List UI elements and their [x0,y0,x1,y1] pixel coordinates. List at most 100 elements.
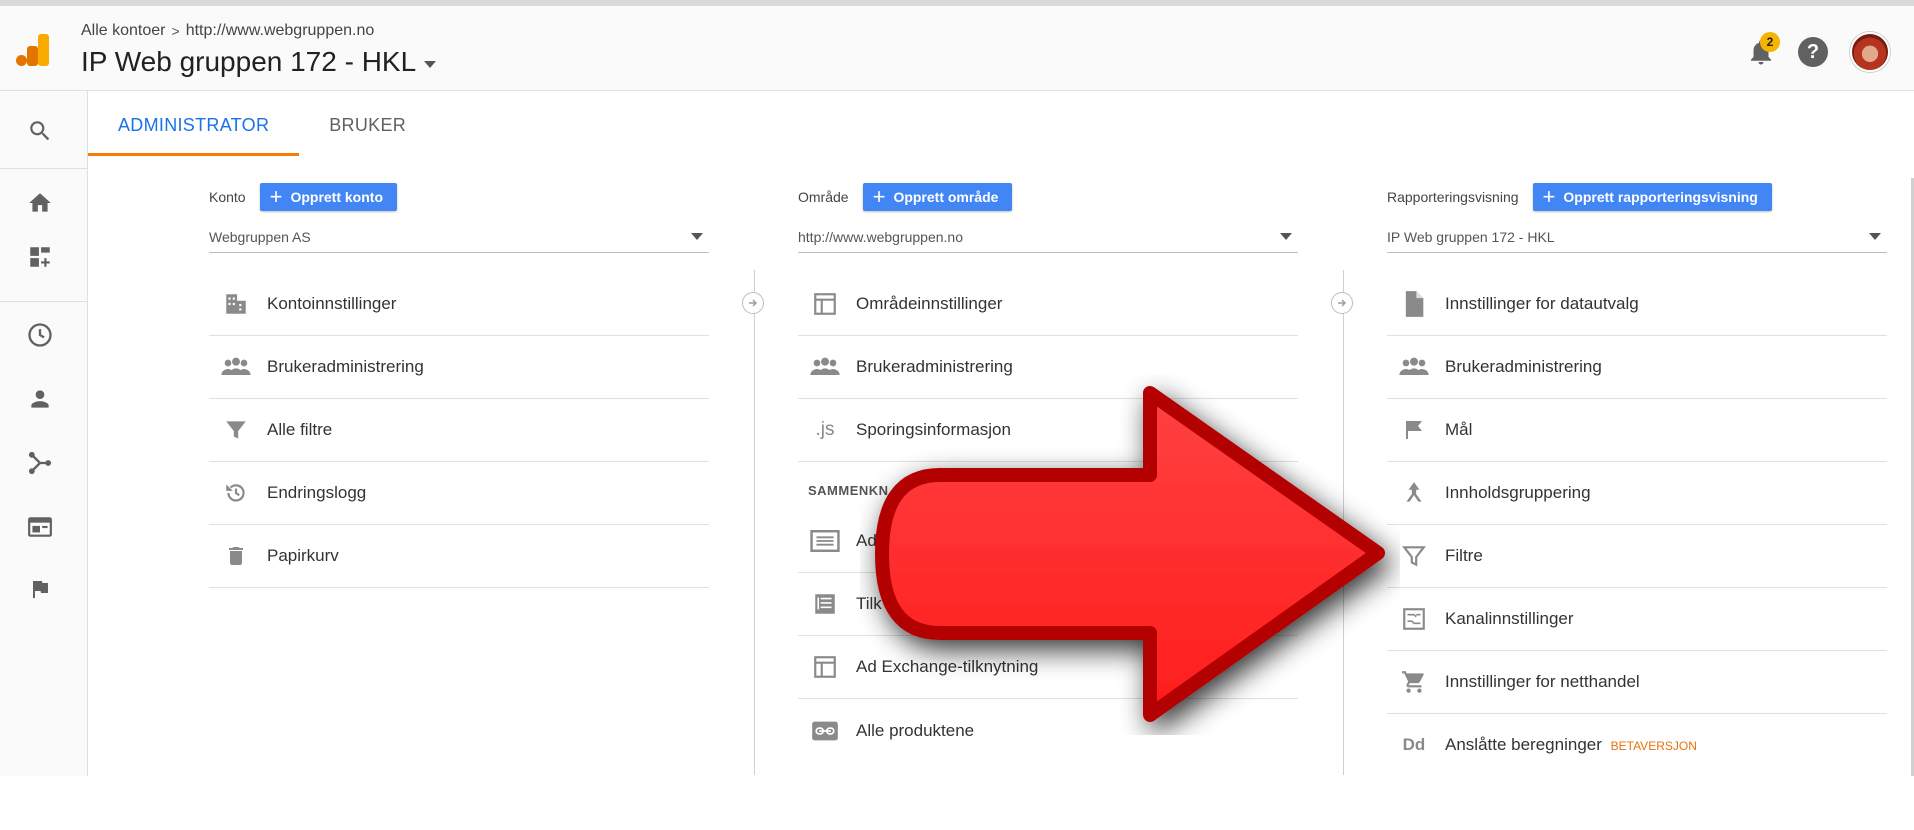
menu-item-label: Filtre [1445,546,1483,565]
menu-item-mal[interactable]: Mål [1387,399,1887,462]
document-icon [1397,289,1431,319]
people-icon [219,352,253,382]
avatar[interactable] [1850,32,1890,72]
plus-icon: + [872,184,886,209]
dashboard-icon[interactable] [26,243,54,271]
notifications-button[interactable]: 2 [1746,32,1780,68]
tab-bruker[interactable]: BRUKER [299,92,436,156]
clock-icon[interactable] [26,321,54,349]
flag-icon [1397,415,1431,445]
account-label: Konto [209,189,246,205]
cart-icon [1397,667,1431,697]
circle-arrow-icon [1331,292,1353,314]
view-selector[interactable]: IP Web gruppen 172 - HKL [81,46,437,78]
menu-item-label: Innstillinger for datautvalg [1445,294,1639,313]
menu-item-sporingsinformasjon[interactable]: .js Sporingsinformasjon [798,399,1298,462]
account-column: Konto + Opprett konto Webgruppen AS Kont… [209,183,709,588]
menu-item-label: Innstillinger for netthandel [1445,672,1640,691]
property-select[interactable]: http://www.webgruppen.no [798,221,1298,253]
menu-item-label: Papirkurv [267,546,339,565]
menu-item-label: Brukeradministrering [856,357,1013,376]
circle-arrow-icon [742,292,764,314]
menu-item-datautvalg[interactable]: Innstillinger for datautvalg [1387,273,1887,336]
menu-item-kontoinnstillinger[interactable]: Kontoinnstillinger [209,273,709,336]
plus-icon: + [1542,184,1556,209]
tab-administrator[interactable]: ADMINISTRATOR [88,92,300,156]
top-actions: 2 ? [1746,32,1890,72]
menu-item-brukeradministrering[interactable]: Brukeradministrering [209,336,709,399]
link-icon [808,716,842,746]
top-bar: Alle kontoer > http://www.webgruppen.no … [0,0,1914,91]
dropdown-arrow-icon [691,233,703,240]
menu-item-brukeradministrering[interactable]: Brukeradministrering [1387,336,1887,399]
people-icon [1397,352,1431,382]
person-icon[interactable] [26,385,54,413]
js-icon: .js [815,419,835,440]
view-header: Rapporteringsvisning + Opprett rapporter… [1387,183,1887,211]
plus-icon: + [269,184,283,209]
menu-item-ad-exchange[interactable]: Ad Exchange-tilknytning [798,636,1298,699]
view-selected: IP Web gruppen 172 - HKL [1387,228,1555,245]
menu-item-brukeradministrering[interactable]: Brukeradministrering [798,336,1298,399]
menu-item-alle-filtre[interactable]: Alle filtre [209,399,709,462]
analytics-admin-window: Alle kontoer > http://www.webgruppen.no … [0,0,1914,830]
behavior-icon[interactable] [26,513,54,541]
menu-item-alle-produktene[interactable]: Alle produktene [798,699,1298,762]
create-account-label: Opprett konto [290,189,383,205]
chevron-right-icon: > [171,23,180,39]
menu-item-label: Innholdsgruppering [1445,483,1591,502]
breadcrumb[interactable]: Alle kontoer > http://www.webgruppen.no [81,22,374,40]
dropdown-arrow-icon [1869,233,1881,240]
menu-item-label: Ad Exchange-tilknytning [856,657,1039,676]
help-icon[interactable]: ? [1798,37,1828,67]
flag-icon[interactable] [26,575,54,603]
menu-item-omradeinnstillinger[interactable]: Områdeinnstillinger [798,273,1298,336]
layout-icon [808,289,842,319]
ad-icon [808,526,842,556]
menu-item-label: Kanalinnstillinger [1445,609,1574,628]
menu-item-netthandel[interactable]: Innstillinger for netthandel [1387,651,1887,714]
menu-item-label: Tilk [856,594,882,613]
menu-item-endringslogg[interactable]: Endringslogg [209,462,709,525]
acquisition-icon[interactable] [26,449,54,477]
grouping-icon [1397,478,1431,508]
create-account-button[interactable]: + Opprett konto [259,183,397,211]
create-view-label: Opprett rapporteringsvisning [1563,189,1758,205]
view-menu: Innstillinger for datautvalg Brukeradmin… [1387,273,1887,777]
create-property-button[interactable]: + Opprett område [862,183,1013,211]
breadcrumb-root[interactable]: Alle kontoer [81,22,166,40]
account-select[interactable]: Webgruppen AS [209,221,709,253]
create-view-button[interactable]: + Opprett rapporteringsvisning [1532,183,1772,211]
dd-icon: Dd [1402,735,1426,754]
filter-icon [219,415,253,445]
menu-item-innholdsgruppering[interactable]: Innholdsgruppering [1387,462,1887,525]
linked-section-heading: SAMMENKN [808,483,889,498]
breadcrumb-property[interactable]: http://www.webgruppen.no [186,22,375,40]
analytics-logo-icon[interactable] [16,32,52,68]
menu-item-label: Ad [856,531,877,550]
notification-badge: 2 [1760,32,1780,52]
menu-item-kanalinnstillinger[interactable]: Kanalinnstillinger [1387,588,1887,651]
menu-item-label: Områdeinnstillinger [856,294,1003,313]
trash-icon [219,541,253,571]
menu-item-label: Endringslogg [267,483,367,502]
people-icon [808,352,842,382]
menu-item-tilk[interactable]: Tilk [798,573,1298,636]
view-select[interactable]: IP Web gruppen 172 - HKL [1387,221,1887,253]
create-property-label: Opprett område [893,189,999,205]
property-selected: http://www.webgruppen.no [798,228,963,245]
left-nav [0,91,88,830]
menu-item-papirkurv[interactable]: Papirkurv [209,525,709,588]
menu-item-anslatte-beregninger[interactable]: Dd Anslåtte beregninger BETAVERSJON [1387,714,1887,777]
search-icon[interactable] [26,117,54,145]
menu-item-label: Brukeradministrering [1445,357,1602,376]
channel-icon [1397,604,1431,634]
home-icon[interactable] [26,189,54,217]
menu-item-label-text: Anslåtte beregninger [1445,735,1602,754]
nav-divider [0,301,88,302]
menu-item-filtre[interactable]: Filtre [1387,525,1887,588]
menu-item-label: Kontoinnstillinger [267,294,397,313]
menu-item-ad[interactable]: Ad [798,510,1298,573]
page-title: IP Web gruppen 172 - HKL [81,46,417,77]
layout-icon [808,652,842,682]
